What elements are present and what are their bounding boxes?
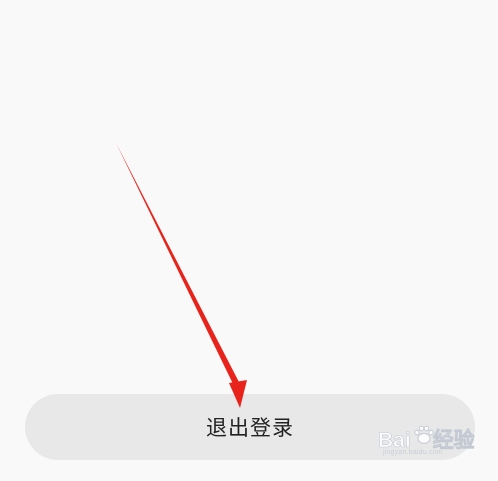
logout-button[interactable]: 退出登录: [25, 394, 475, 460]
logout-button-label: 退出登录: [206, 416, 294, 440]
arrow-shaft: [116, 143, 241, 388]
settings-screen: 退出登录 Bai 经验 jingyan.baidu.com: [0, 0, 498, 481]
